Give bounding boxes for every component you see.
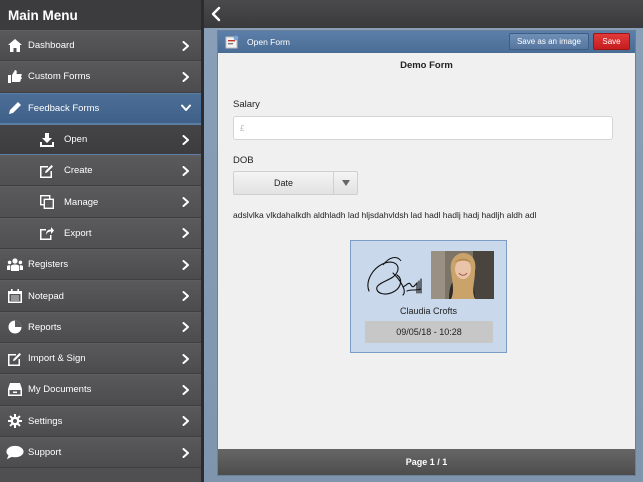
salary-input[interactable]: £ bbox=[233, 116, 613, 140]
sidebar-menu: Dashboard Custom Forms Feedback Forms Open C… bbox=[0, 30, 201, 469]
chevron-right-icon bbox=[181, 134, 191, 145]
sidebar-item-label: Export bbox=[64, 227, 92, 239]
signature-datetime: 09/05/18 - 10:28 bbox=[365, 321, 493, 343]
form-icon bbox=[225, 35, 239, 49]
copy-icon bbox=[38, 194, 56, 210]
chevron-right-icon bbox=[181, 197, 191, 208]
save-as-image-button[interactable]: Save as an image bbox=[509, 33, 589, 50]
chevron-down-icon bbox=[181, 103, 191, 113]
chevron-right-icon bbox=[181, 447, 191, 458]
sidebar-item-label: Manage bbox=[64, 196, 99, 208]
sidebar-item-import-sign[interactable]: Import & Sign bbox=[0, 342, 201, 375]
chat-bubble-icon bbox=[6, 445, 24, 461]
thumbs-up-icon bbox=[6, 69, 24, 85]
download-icon bbox=[38, 132, 56, 148]
home-icon bbox=[6, 38, 24, 54]
sidebar-item-feedback-forms[interactable]: Feedback Forms bbox=[0, 92, 201, 124]
signer-name: Claudia Crofts bbox=[399, 306, 458, 316]
gear-icon bbox=[6, 413, 24, 429]
pie-chart-icon bbox=[6, 319, 24, 335]
chevron-right-icon bbox=[181, 165, 191, 176]
chevron-right-icon bbox=[181, 71, 191, 82]
submenu-item-manage[interactable]: Manage bbox=[0, 186, 201, 218]
sidebar-item-notepad[interactable]: Notepad bbox=[0, 280, 201, 312]
top-bar bbox=[204, 0, 643, 28]
chevron-right-icon bbox=[181, 40, 191, 51]
signature-card[interactable]: Claudia Crofts 09/05/18 - 10:28 bbox=[350, 240, 507, 353]
save-button[interactable]: Save bbox=[593, 33, 630, 50]
dob-label: DOB bbox=[233, 155, 254, 166]
form-paragraph: adslvlka vlkdahalkdh aldhladh lad hljsda… bbox=[233, 210, 537, 220]
sidebar-item-label: My Documents bbox=[28, 384, 92, 396]
back-arrow-icon[interactable] bbox=[210, 6, 222, 22]
salary-label: Salary bbox=[233, 99, 260, 110]
sidebar-item-label: Create bbox=[64, 165, 93, 177]
main-area: Open Form Save as an image Save Demo For… bbox=[204, 0, 643, 482]
sidebar-item-label: Support bbox=[28, 447, 62, 458]
submenu-item-create[interactable]: Create bbox=[0, 155, 201, 187]
panel-title: Open Form bbox=[247, 37, 290, 47]
sidebar-item-label: Registers bbox=[28, 259, 69, 271]
sidebar-item-label: Dashboard bbox=[28, 40, 75, 52]
chevron-right-icon bbox=[181, 259, 191, 270]
page-indicator: Page 1 / 1 bbox=[218, 449, 635, 475]
sidebar-item-support[interactable]: Support bbox=[0, 436, 201, 469]
sidebar-item-label: Settings bbox=[28, 415, 63, 427]
chevron-right-icon bbox=[181, 384, 191, 395]
submenu-item-open[interactable]: Open bbox=[0, 123, 201, 156]
form-title: Demo Form bbox=[400, 60, 453, 71]
sidebar-item-label: Reports bbox=[28, 321, 62, 333]
sidebar: Main Menu Dashboard Custom Forms Feedback … bbox=[0, 0, 201, 482]
chevron-right-icon bbox=[181, 322, 191, 333]
panel-header: Open Form Save as an image Save bbox=[218, 31, 635, 53]
sidebar-item-custom-forms[interactable]: Custom Forms bbox=[0, 61, 201, 93]
pencil-icon bbox=[6, 100, 24, 116]
sidebar-item-label: Import & Sign bbox=[28, 353, 86, 365]
sidebar-item-dashboard[interactable]: Dashboard bbox=[0, 30, 201, 62]
chevron-right-icon bbox=[181, 291, 191, 302]
export-icon bbox=[38, 225, 56, 241]
sidebar-item-reports[interactable]: Reports bbox=[0, 311, 201, 343]
sidebar-item-label: Custom Forms bbox=[28, 71, 91, 83]
chevron-right-icon bbox=[181, 353, 191, 364]
sidebar-item-settings[interactable]: Settings bbox=[0, 405, 201, 437]
form-panel: Open Form Save as an image Save Demo For… bbox=[217, 30, 636, 476]
sidebar-item-label: Open bbox=[64, 134, 88, 146]
sidebar-title: Main Menu bbox=[0, 0, 201, 30]
sidebar-item-my-documents[interactable]: My Documents bbox=[0, 374, 201, 406]
date-select-value: Date bbox=[273, 178, 293, 188]
sign-icon bbox=[6, 351, 24, 367]
edit-icon bbox=[38, 163, 56, 179]
sidebar-item-label: Notepad bbox=[28, 290, 64, 302]
signature-drawing bbox=[367, 257, 422, 296]
chevron-right-icon bbox=[181, 416, 191, 427]
salary-placeholder: £ bbox=[240, 123, 245, 133]
chevron-right-icon bbox=[181, 228, 191, 239]
sidebar-item-label: Feedback Forms bbox=[28, 102, 100, 114]
dropdown-arrow-icon bbox=[333, 172, 357, 194]
sidebar-item-registers[interactable]: Registers bbox=[0, 249, 201, 281]
signer-photo bbox=[431, 251, 494, 299]
drawer-icon bbox=[6, 382, 24, 398]
submenu-item-export[interactable]: Export bbox=[0, 217, 201, 250]
people-icon bbox=[6, 257, 24, 273]
dob-date-select[interactable]: Date bbox=[233, 171, 358, 195]
calendar-icon bbox=[6, 288, 24, 304]
